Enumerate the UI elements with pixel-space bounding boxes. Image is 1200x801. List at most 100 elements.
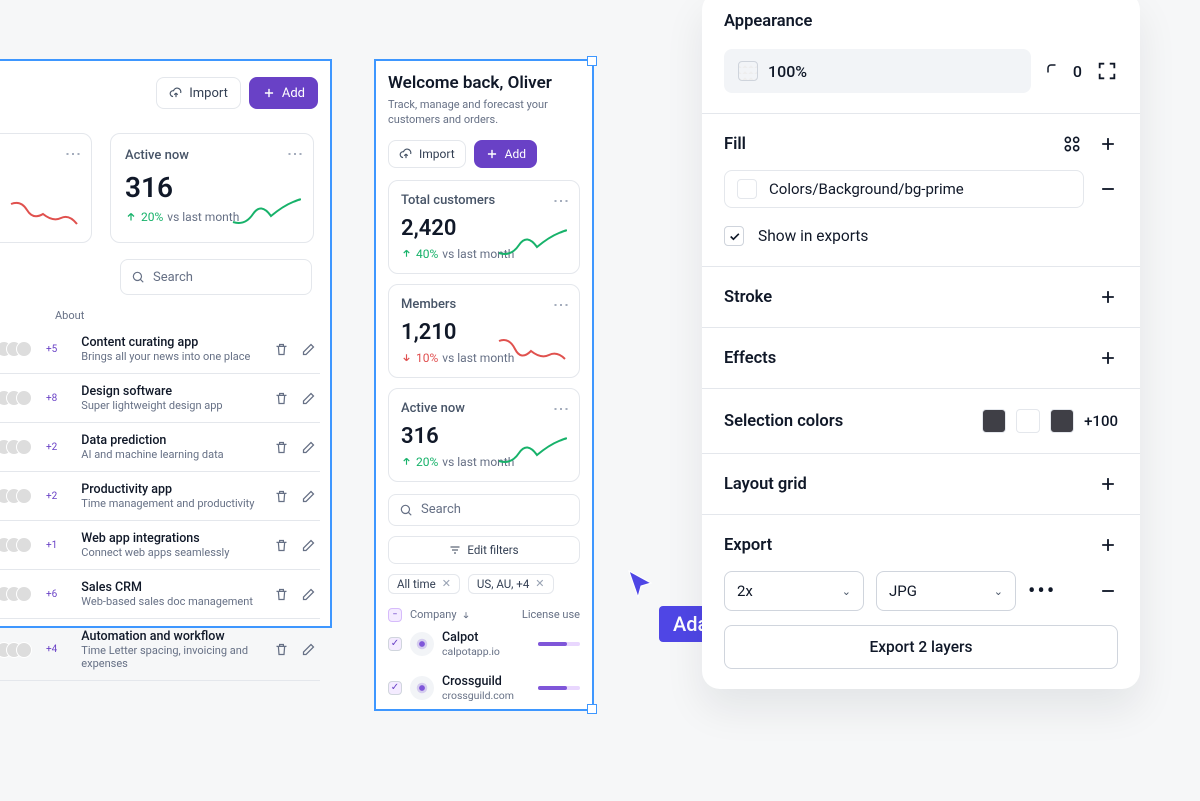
- arrow-icon: [401, 248, 412, 259]
- search-input[interactable]: Search: [120, 259, 312, 295]
- show-in-exports-toggle[interactable]: Show in exports: [724, 226, 1118, 246]
- fill-color-row[interactable]: Colors/Background/bg-prime: [724, 170, 1084, 208]
- avatar-overflow-count: +4: [46, 644, 57, 655]
- kebab-icon[interactable]: ⋮: [286, 146, 305, 161]
- cursor-icon: [625, 568, 657, 600]
- row-title: Sales CRM: [81, 580, 253, 595]
- selection-color-swatch[interactable]: [1016, 409, 1040, 433]
- company-name: Calpot: [442, 630, 500, 645]
- trash-icon[interactable]: [274, 538, 289, 553]
- checkbox-checked[interactable]: ✓: [388, 637, 402, 651]
- frame-dashboard-desktop[interactable]: Import Add ⋮ th ⋮ Active now 316 20% vs …: [0, 59, 332, 628]
- row-title: Web app integrations: [81, 531, 229, 546]
- trash-icon[interactable]: [274, 489, 289, 504]
- style-library-icon[interactable]: [1062, 134, 1082, 154]
- plus-icon[interactable]: [1098, 474, 1118, 494]
- table-row[interactable]: +6 Sales CRM Web-based sales doc managem…: [0, 570, 320, 619]
- chip-remove-icon[interactable]: ✕: [535, 577, 544, 590]
- trash-icon[interactable]: [274, 391, 289, 406]
- expand-corners-icon[interactable]: [1096, 60, 1118, 82]
- company-url: crossguild.com: [442, 689, 514, 702]
- table-row[interactable]: +2 Data prediction AI and machine learni…: [0, 423, 320, 472]
- section-layout-grid: Layout grid: [702, 454, 1140, 515]
- metric-card[interactable]: ⋮ Members 1,210 10%vs last month: [388, 284, 580, 378]
- minus-icon[interactable]: [1098, 179, 1118, 199]
- edit-icon[interactable]: [301, 538, 316, 553]
- chip-remove-icon[interactable]: ✕: [442, 577, 451, 590]
- metric-card[interactable]: ⋮ Active now 316 20%vs last month: [388, 388, 580, 482]
- section-selection-colors: Selection colors +100: [702, 389, 1140, 454]
- row-title: Data prediction: [81, 433, 223, 448]
- table-row[interactable]: +2 Productivity app Time management and …: [0, 472, 320, 521]
- selection-colors-more[interactable]: +100: [1084, 412, 1118, 430]
- edit-icon[interactable]: [301, 391, 316, 406]
- corner-radius-input[interactable]: 0: [1045, 62, 1082, 81]
- edit-icon[interactable]: [301, 342, 316, 357]
- avatar-overflow-count: +2: [46, 491, 57, 502]
- export-submit-button[interactable]: Export 2 layers: [724, 625, 1118, 669]
- search-input[interactable]: Search: [388, 494, 580, 526]
- plus-icon[interactable]: [1098, 348, 1118, 368]
- frame-dashboard-mobile[interactable]: Welcome back, Oliver Track, manage and f…: [374, 59, 594, 711]
- trash-icon[interactable]: [274, 342, 289, 357]
- plus-icon[interactable]: [1098, 535, 1118, 555]
- checkbox-checked[interactable]: ✓: [388, 681, 402, 695]
- edit-icon[interactable]: [301, 489, 316, 504]
- avatar-overflow-count: +1: [46, 540, 57, 551]
- license-usage-bar: [538, 642, 580, 646]
- export-more-icon[interactable]: •••: [1028, 579, 1056, 604]
- selection-handle-br[interactable]: [587, 704, 597, 714]
- row-subtitle: Web-based sales doc management: [81, 595, 253, 608]
- table-row[interactable]: +1 Web app integrations Connect web apps…: [0, 521, 320, 570]
- row-title: Automation and workflow: [81, 629, 264, 644]
- company-row[interactable]: ✓ Crossguildcrossguild.com: [388, 666, 580, 710]
- kebab-icon[interactable]: ⋮: [552, 297, 571, 312]
- table-row[interactable]: +5 Content curating app Brings all your …: [0, 325, 320, 374]
- filter-chip[interactable]: US, AU, +4✕: [468, 574, 554, 594]
- kebab-icon[interactable]: ⋮: [552, 401, 571, 416]
- avatar-overflow-count: +8: [46, 393, 57, 404]
- company-row[interactable]: ✓ Calpotcalpotapp.io: [388, 622, 580, 666]
- add-button[interactable]: Add: [249, 77, 318, 109]
- kebab-icon[interactable]: ⋮: [64, 146, 83, 161]
- metric-card[interactable]: ⋮ Total customers 2,420 40%vs last month: [388, 180, 580, 274]
- trash-icon[interactable]: [274, 440, 289, 455]
- minus-icon[interactable]: [1098, 581, 1118, 601]
- sparkline-green: [231, 196, 301, 230]
- checkbox-indeterminate[interactable]: −: [388, 608, 402, 622]
- import-button[interactable]: Import: [388, 140, 466, 168]
- welcome-subtitle: Track, manage and forecast your customer…: [388, 97, 580, 128]
- plus-icon[interactable]: [1098, 287, 1118, 307]
- row-title: Design software: [81, 384, 222, 399]
- plus-icon[interactable]: [1098, 134, 1118, 154]
- edit-icon[interactable]: [301, 587, 316, 602]
- card-title: Total customers: [401, 193, 567, 208]
- section-title: Layout grid: [724, 475, 807, 494]
- selection-handle-tr[interactable]: [587, 56, 597, 66]
- table-row[interactable]: +4 Automation and workflow Time Letter s…: [0, 619, 320, 681]
- trash-icon[interactable]: [274, 642, 289, 657]
- trash-icon[interactable]: [274, 587, 289, 602]
- metric-card-active-now[interactable]: ⋮ Active now 316 20% vs last month: [110, 133, 314, 243]
- opacity-input[interactable]: 100%: [724, 49, 1031, 93]
- sparkline: [497, 331, 567, 365]
- edit-filters-button[interactable]: Edit filters: [388, 536, 580, 564]
- selection-color-swatch[interactable]: [1050, 409, 1074, 433]
- export-scale-select[interactable]: 2x⌄: [724, 571, 864, 611]
- col-license: License use: [522, 608, 580, 621]
- import-button[interactable]: Import: [156, 77, 241, 109]
- section-appearance: Appearance 100% 0: [702, 0, 1140, 114]
- edit-icon[interactable]: [301, 642, 316, 657]
- kebab-icon[interactable]: ⋮: [552, 193, 571, 208]
- filter-chip[interactable]: All time✕: [388, 574, 460, 594]
- welcome-title: Welcome back, Oliver: [388, 73, 580, 93]
- metric-card-cropped[interactable]: ⋮ th: [0, 133, 92, 243]
- license-usage-bar: [538, 686, 580, 690]
- edit-icon[interactable]: [301, 440, 316, 455]
- design-canvas[interactable]: Import Add ⋮ th ⋮ Active now 316 20% vs …: [0, 0, 1200, 801]
- selection-color-swatch[interactable]: [982, 409, 1006, 433]
- export-format-select[interactable]: JPG⌄: [876, 571, 1016, 611]
- table-row[interactable]: +8 Design software Super lightweight des…: [0, 374, 320, 423]
- add-button[interactable]: Add: [474, 140, 537, 168]
- card-title: Members: [401, 297, 567, 312]
